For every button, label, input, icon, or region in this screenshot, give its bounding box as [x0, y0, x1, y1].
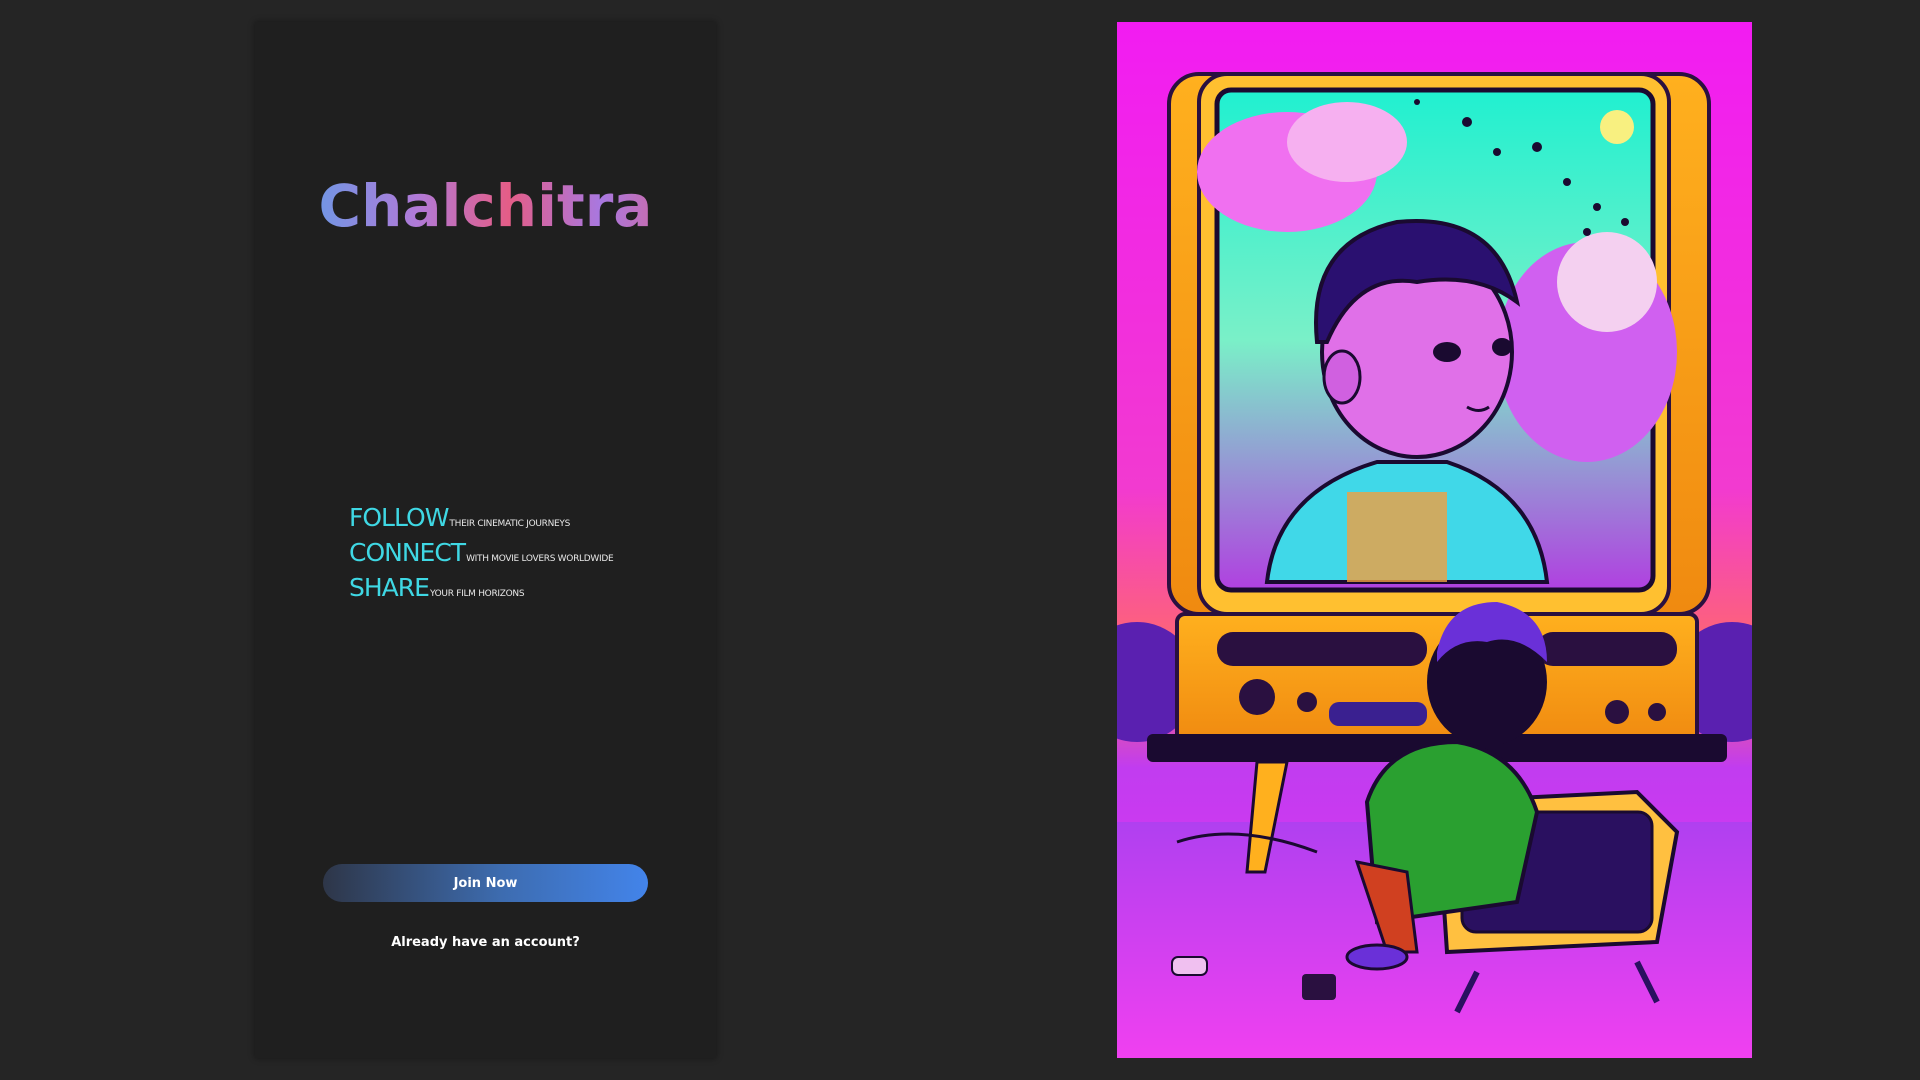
tagline-connect: CONNECTWITH MOVIE LOVERS WORLDWIDE: [349, 538, 614, 573]
brand-logo: Chalchitra: [255, 172, 716, 240]
tagline-detail: WITH MOVIE LOVERS WORLDWIDE: [466, 554, 614, 564]
join-now-button[interactable]: Join Now: [323, 864, 648, 902]
tagline-detail: THEIR CINEMATIC JOURNEYS: [449, 519, 571, 529]
tagline-headline: FOLLOW: [349, 503, 449, 532]
child-watching-tv-image: [1117, 22, 1752, 1058]
tagline-follow: FOLLOWTHEIR CINEMATIC JOURNEYS: [349, 503, 613, 538]
signup-card: Chalchitra FOLLOWTHEIR CINEMATIC JOURNEY…: [255, 22, 716, 1058]
sign-in-link[interactable]: Already have an account?: [255, 935, 716, 950]
hero-illustration: [1117, 22, 1752, 1058]
tagline-headline: SHARE: [349, 573, 430, 602]
tagline-share: SHAREYOUR FILM HORIZONS: [349, 573, 613, 608]
tagline-detail: YOUR FILM HORIZONS: [429, 589, 525, 599]
tagline-headline: CONNECT: [349, 538, 466, 567]
tagline-list: FOLLOWTHEIR CINEMATIC JOURNEYS CONNECTWI…: [349, 503, 614, 608]
